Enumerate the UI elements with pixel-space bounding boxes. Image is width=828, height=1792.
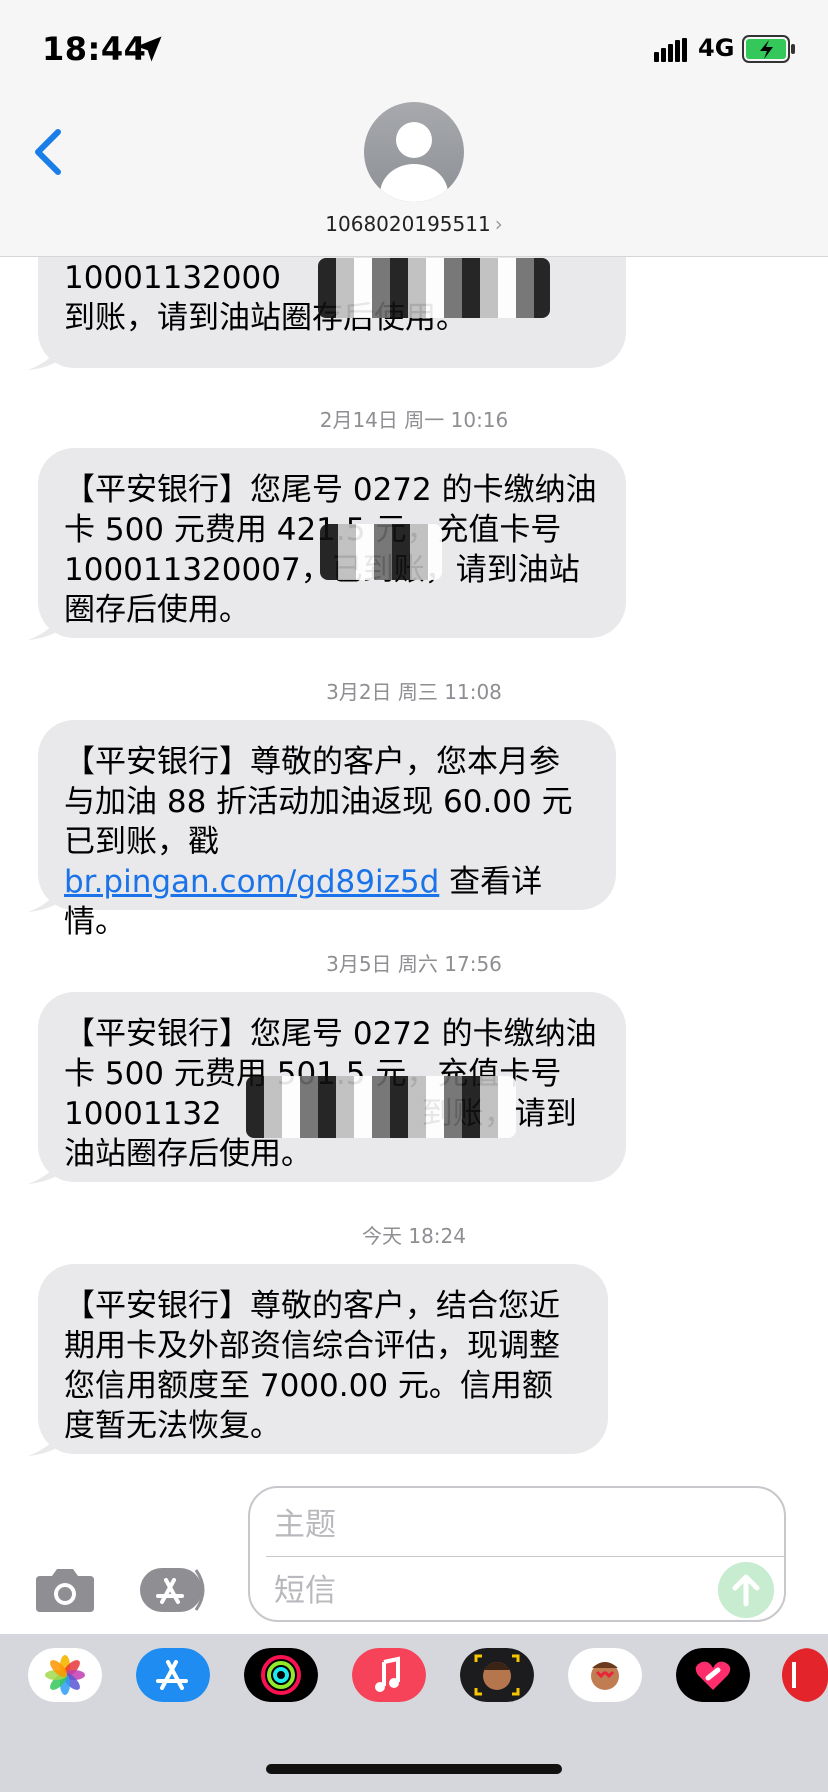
timestamp: 2月14日 周一 10:16 [319, 408, 509, 432]
location-arrow-icon [136, 36, 162, 62]
bubble-tail [28, 614, 62, 640]
navigation-header: 18:44 4G 1068020195511 › [0, 0, 828, 257]
timestamp: 3月5日 周六 17:56 [326, 952, 502, 976]
camera-icon[interactable] [34, 1566, 96, 1614]
contact-number[interactable]: 1068020195511 [325, 212, 490, 236]
chevron-right-icon: › [494, 212, 503, 236]
message-bubble[interactable]: 【平安银行】尊敬的客户，结合您近期用卡及外部资信综合评估，现调整您信用额度至 7… [38, 1264, 608, 1454]
message-composer [248, 1486, 786, 1622]
subject-field[interactable] [272, 1498, 766, 1552]
timestamp: 今天 18:24 [362, 1224, 466, 1248]
redaction-mask [318, 258, 550, 318]
send-button[interactable] [718, 1562, 774, 1618]
network-type: 4G [698, 34, 735, 62]
app-store-app-icon[interactable] [136, 1648, 210, 1702]
bubble-tail [28, 886, 62, 912]
message-bubble[interactable]: 【平安银行】尊敬的客户，您本月参与加油 88 折活动加油返现 60.00 元已到… [38, 720, 616, 940]
memoji-stickers-app-icon[interactable] [568, 1648, 642, 1702]
message-field[interactable] [272, 1566, 696, 1616]
next-app-icon[interactable] [782, 1648, 828, 1702]
message-link[interactable]: br.pingan.com/gd89iz5d [64, 864, 439, 900]
redaction-mask [246, 1076, 516, 1138]
app-store-icon[interactable] [138, 1566, 212, 1614]
signal-bars-icon [654, 38, 687, 62]
contact-name[interactable]: 1068020195511 › [0, 212, 828, 236]
composer-divider [266, 1556, 784, 1557]
status-time: 18:44 [42, 30, 147, 68]
memoji-camera-app-icon[interactable] [460, 1648, 534, 1702]
message-text: 【平安银行】尊敬的客户，结合您近期用卡及外部资信综合评估，现调整您信用额度至 7… [64, 1288, 560, 1444]
home-indicator[interactable] [266, 1764, 562, 1774]
contact-avatar[interactable] [364, 102, 464, 202]
music-app-icon[interactable] [352, 1648, 426, 1702]
activity-app-icon[interactable] [244, 1648, 318, 1702]
timestamp: 3月2日 周三 11:08 [326, 680, 502, 704]
bubble-tail [28, 1430, 62, 1456]
redaction-mask [320, 524, 442, 580]
battery-charging-icon [742, 35, 795, 63]
back-icon[interactable] [28, 124, 68, 180]
bubble-tail [28, 1158, 62, 1184]
heart-sticker-app-icon[interactable] [676, 1648, 750, 1702]
message-text: 【平安银行】尊敬的客户，您本月参与加油 88 折活动加油返现 60.00 元已到… [64, 744, 573, 860]
photos-app-icon[interactable] [28, 1648, 102, 1702]
